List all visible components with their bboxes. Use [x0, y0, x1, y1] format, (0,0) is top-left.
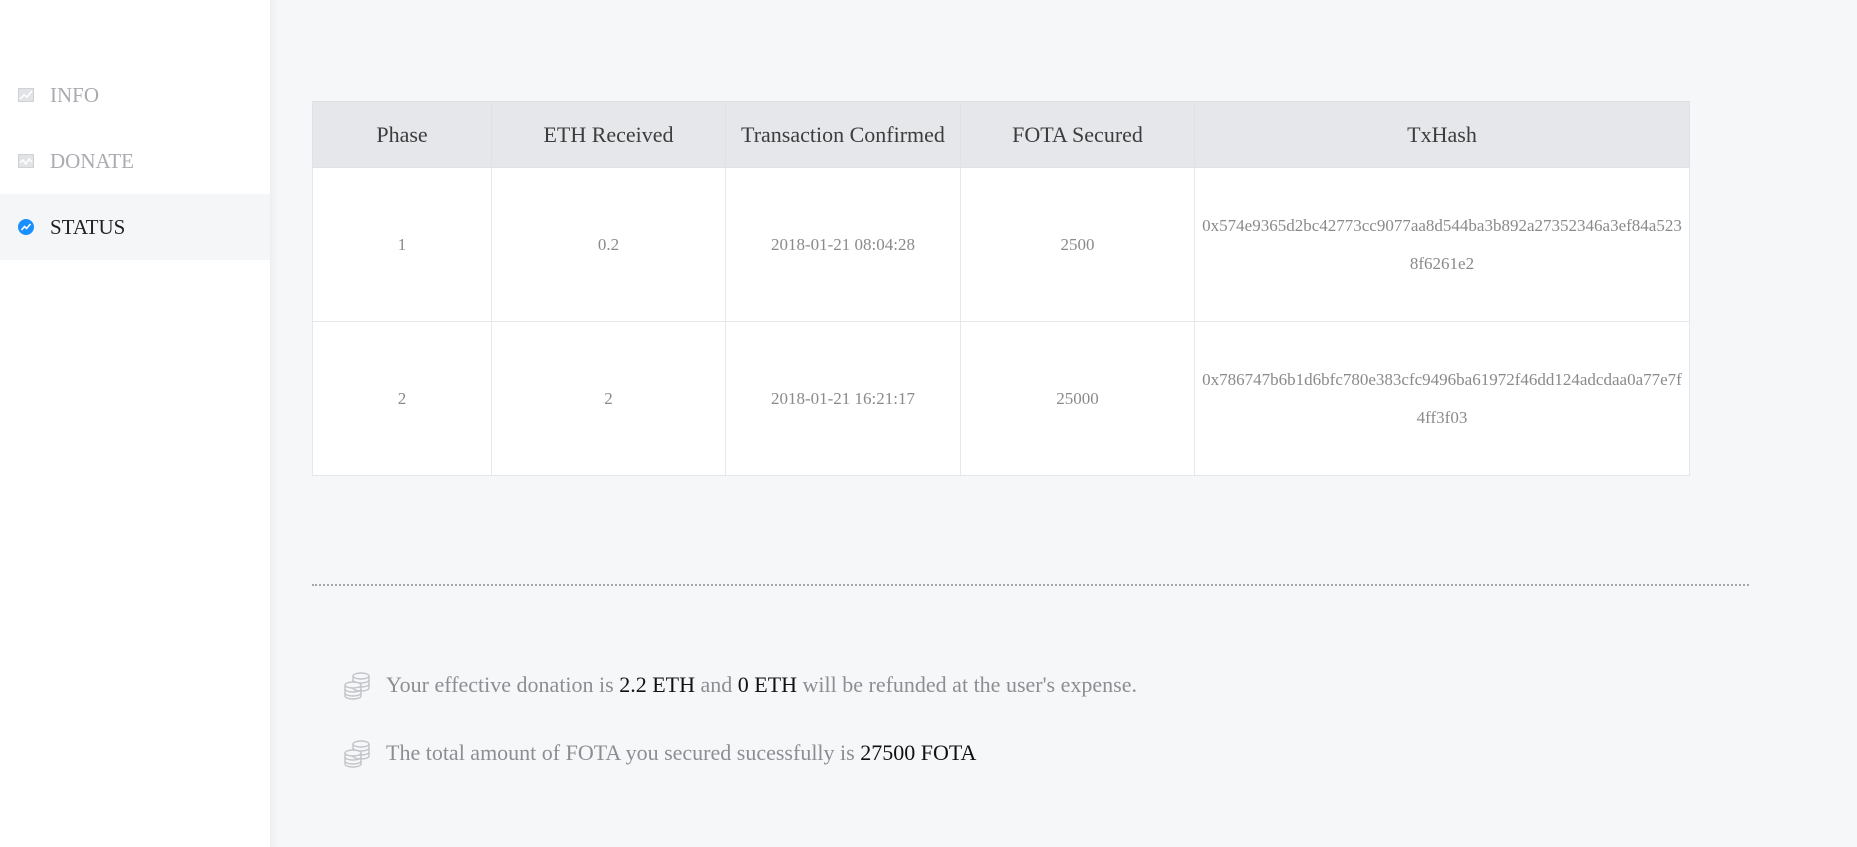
cell-confirmed: 2018-01-21 08:04:28: [725, 167, 961, 322]
cell-txhash: 0x786747b6b1d6bfc780e383cfc9496ba61972f4…: [1194, 321, 1690, 476]
cell-eth: 2: [491, 321, 726, 476]
sidebar-item-donate[interactable]: DONATE: [0, 128, 270, 194]
sidebar-item-info[interactable]: INFO: [0, 62, 270, 128]
header-txhash: TxHash: [1194, 101, 1690, 168]
header-phase: Phase: [312, 101, 492, 168]
summary: Your effective donation is 2.2 ETH and 0…: [342, 665, 1137, 801]
sidebar-item-label: INFO: [50, 82, 100, 107]
header-eth-received: ETH Received: [491, 101, 726, 168]
status-table: Phase ETH Received Transaction Confirmed…: [312, 101, 1690, 476]
coins-icon: [344, 740, 370, 768]
cell-eth: 0.2: [491, 167, 726, 322]
cell-fota: 25000: [960, 321, 1195, 476]
cell-phase: 2: [312, 321, 492, 476]
summary-text: and: [694, 672, 738, 697]
cell-txhash: 0x574e9365d2bc42773cc9077aa8d544ba3b892a…: [1194, 167, 1690, 322]
summary-text: will be refunded at the user's expense.: [797, 672, 1137, 697]
sidebar-item-status[interactable]: STATUS: [0, 194, 270, 260]
txhash-text: 0x574e9365d2bc42773cc9077aa8d544ba3b892a…: [1202, 215, 1682, 273]
table-header-row: Phase ETH Received Transaction Confirmed…: [312, 101, 1690, 168]
txhash-text: 0x786747b6b1d6bfc780e383cfc9496ba61972f4…: [1202, 369, 1682, 427]
sidebar-shadow: [270, 0, 278, 847]
sidebar: INFO DONATE STATUS: [0, 0, 270, 847]
sidebar-item-label: DONATE: [50, 148, 134, 173]
trending-icon: [18, 219, 34, 235]
summary-text: The total amount of FOTA you secured suc…: [386, 740, 861, 765]
summary-text: Your effective donation is: [386, 672, 620, 697]
fota-summary-text: The total amount of FOTA you secured suc…: [386, 740, 976, 766]
cell-fota: 2500: [960, 167, 1195, 322]
table-row: 2 2 2018-01-21 16:21:17 25000 0x786747b6…: [312, 321, 1690, 476]
header-fota-secured: FOTA Secured: [960, 101, 1195, 168]
chart-icon: [18, 87, 34, 103]
cell-phase: 1: [312, 167, 492, 322]
effective-donation-value: 2.2 ETH: [619, 672, 695, 697]
header-transaction-confirmed: Transaction Confirmed: [725, 101, 961, 168]
table-row: 1 0.2 2018-01-21 08:04:28 2500 0x574e936…: [312, 167, 1690, 322]
cell-confirmed: 2018-01-21 16:21:17: [725, 321, 961, 476]
total-fota-value: 27500 FOTA: [860, 740, 977, 765]
chart-line-icon: [18, 153, 34, 169]
donation-summary-line: Your effective donation is 2.2 ETH and 0…: [342, 665, 1137, 705]
donation-summary-text: Your effective donation is 2.2 ETH and 0…: [386, 672, 1137, 698]
divider: [312, 584, 1749, 586]
fota-summary-line: The total amount of FOTA you secured suc…: [342, 733, 1137, 773]
coins-icon: [344, 672, 370, 700]
status-table-container: Phase ETH Received Transaction Confirmed…: [312, 101, 1690, 476]
sidebar-item-label: STATUS: [50, 214, 126, 239]
refund-value: 0 ETH: [737, 672, 798, 697]
